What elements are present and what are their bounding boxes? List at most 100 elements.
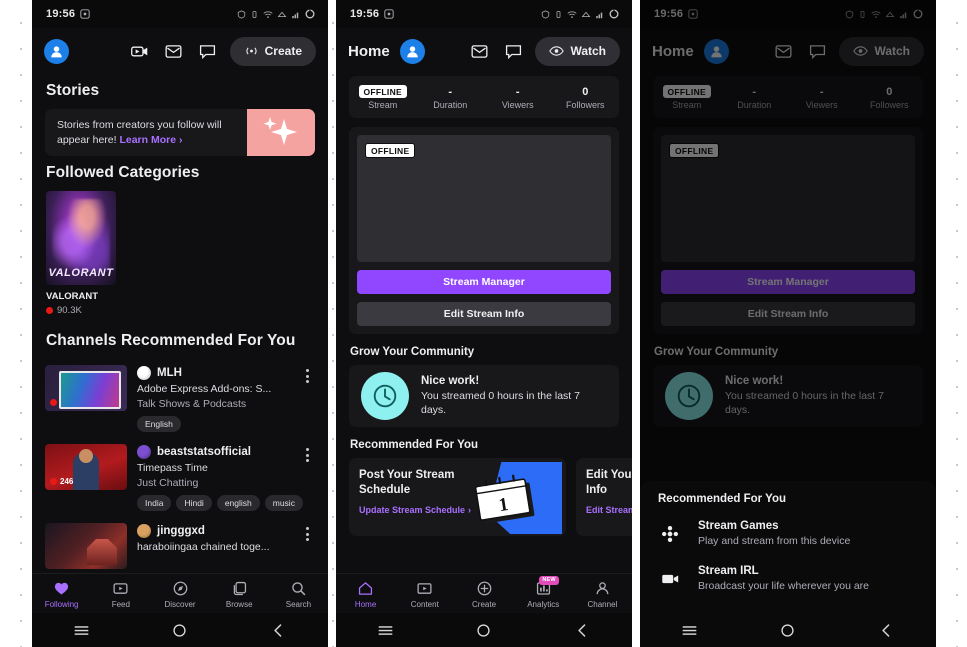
nav-label: Search [285, 599, 312, 609]
back-icon[interactable] [574, 622, 591, 639]
avatar[interactable] [44, 38, 69, 64]
nav-item-browse[interactable]: Browse [210, 579, 269, 609]
recents-icon[interactable] [377, 622, 394, 639]
compass-icon [150, 579, 209, 598]
stat-value: OFFLINE [349, 84, 417, 99]
stream-preview-card: OFFLINE Stream Manager Edit Stream Info [349, 127, 619, 334]
create-button[interactable]: Create [229, 36, 316, 66]
channel-category[interactable]: Talk Shows & Podcasts [137, 398, 289, 410]
status-badge: OFFLINE [358, 85, 407, 98]
channel-viewers-value: 246 [60, 477, 74, 486]
home-button-icon[interactable] [475, 622, 492, 639]
inbox-icon[interactable] [467, 39, 491, 63]
alarm-icon [541, 9, 550, 19]
channel-name[interactable]: MLH [157, 367, 182, 379]
nav-item-home[interactable]: Home [336, 579, 395, 609]
channel-thumbnail[interactable] [45, 523, 127, 569]
nav-item-search[interactable]: Search [269, 579, 328, 609]
channel-name-row: jingggxd [137, 524, 289, 538]
sheet-item-stream-games[interactable]: Stream Games Play and stream from this d… [640, 511, 936, 556]
system-navigation-bar [640, 613, 936, 647]
phone-screen-following: 19:56 Create Stories Stories from creato… [32, 0, 328, 647]
channel-thumbnail[interactable]: 39 [45, 365, 127, 411]
app-top-bar: Create [32, 28, 328, 74]
sheet-item-stream-irl[interactable]: Stream IRL Broadcast your life wherever … [640, 556, 936, 601]
signal-icon [292, 12, 299, 18]
tag[interactable]: english [216, 495, 260, 511]
stat-label: Stream [368, 100, 398, 110]
tag[interactable]: India [137, 495, 172, 511]
channel-category[interactable]: Just Chatting [137, 477, 289, 489]
status-bar-right [237, 9, 315, 19]
category-viewer-count: 90.3K [46, 305, 328, 316]
wifi-icon [263, 10, 273, 18]
stat-duration: - Duration [417, 84, 485, 111]
screenshot-icon [384, 9, 394, 19]
channel-viewer-count: 39 [50, 398, 69, 407]
nav-item-feed[interactable]: Feed [91, 579, 150, 609]
screenshot-icon [80, 9, 90, 19]
home-button-icon[interactable] [779, 622, 796, 639]
stream-manager-button[interactable]: Stream Manager [357, 270, 611, 294]
battery-icon [305, 9, 315, 19]
channel-more-options-button[interactable] [299, 523, 315, 569]
system-navigation-bar [336, 613, 632, 647]
nav-item-analytics[interactable]: NEW Analytics [514, 575, 573, 609]
tag[interactable]: music [264, 495, 303, 511]
category-box-art[interactable]: VALORANT [46, 191, 116, 285]
status-bar-clock: 19:56 [46, 8, 76, 20]
recents-icon[interactable] [681, 622, 698, 639]
inbox-icon[interactable] [162, 39, 186, 63]
followed-category-card[interactable]: VALORANT VALORANT 90.3K [32, 191, 328, 316]
channel-more-options-button[interactable] [299, 365, 315, 432]
back-icon[interactable] [270, 622, 287, 639]
go-live-icon[interactable] [128, 39, 152, 63]
grow-community-card[interactable]: Nice work! You streamed 0 hours in the l… [349, 365, 619, 427]
content-icon [395, 579, 454, 598]
list-item[interactable]: 39 MLH Adobe Express Add-ons: S... Talk … [32, 359, 328, 432]
back-icon[interactable] [878, 622, 895, 639]
recommended-card-edit-info[interactable]: Edit Your Stream Info Edit Stream Info› [576, 458, 632, 536]
list-item[interactable]: 246 beaststatsofficial Timepass Time Jus… [32, 432, 328, 511]
phone-screen-create-sheet: 19:56 Home [640, 0, 936, 647]
nav-item-following[interactable]: Following [32, 579, 91, 609]
channel-name[interactable]: beaststatsofficial [157, 446, 251, 458]
bottom-navigation: Home Content Create NEW Analytics Channe… [336, 573, 632, 613]
tag[interactable]: Hindi [176, 495, 212, 511]
clock-icon [361, 372, 409, 420]
signal-icon [596, 12, 603, 18]
stat-label: Followers [565, 100, 605, 110]
nav-label: Browse [225, 599, 253, 609]
feed-icon [91, 579, 150, 598]
stories-learn-more-link[interactable]: Learn More › [119, 134, 182, 146]
watch-button[interactable]: Watch [535, 36, 620, 66]
home-button-icon[interactable] [171, 622, 188, 639]
stat-value: - [515, 85, 520, 98]
stories-empty-card[interactable]: Stories from creators you follow will ap… [45, 109, 315, 156]
stat-value: 0 [582, 85, 589, 98]
nav-item-channel[interactable]: Channel [573, 579, 632, 609]
edit-stream-info-button[interactable]: Edit Stream Info [357, 302, 611, 326]
recents-icon[interactable] [73, 622, 90, 639]
vpn-icon [277, 11, 287, 17]
nav-item-content[interactable]: Content [395, 579, 454, 609]
nav-item-create[interactable]: Create [454, 579, 513, 609]
whispers-icon[interactable] [501, 39, 525, 63]
stream-preview: OFFLINE [357, 135, 611, 262]
person-icon [406, 45, 418, 57]
tag[interactable]: English [137, 416, 181, 432]
nav-label: Channel [587, 599, 618, 609]
nav-item-discover[interactable]: Discover [150, 579, 209, 609]
list-item[interactable]: jingggxd haraboiingaa chained toge... [32, 511, 328, 569]
avatar[interactable] [399, 38, 425, 64]
live-dot-icon [50, 399, 57, 406]
recommended-carousel[interactable]: Post Your Stream Schedule Update Stream … [336, 458, 632, 536]
recommended-card-schedule[interactable]: Post Your Stream Schedule Update Stream … [349, 458, 566, 536]
channel-name[interactable]: jingggxd [157, 525, 205, 537]
search-icon [269, 579, 328, 598]
channel-more-options-button[interactable] [299, 444, 315, 511]
channel-stream-title: Adobe Express Add-ons: S... [137, 383, 272, 395]
channel-thumbnail[interactable]: 246 [45, 444, 127, 490]
whispers-icon[interactable] [196, 39, 220, 63]
channel-avatar [137, 366, 151, 380]
